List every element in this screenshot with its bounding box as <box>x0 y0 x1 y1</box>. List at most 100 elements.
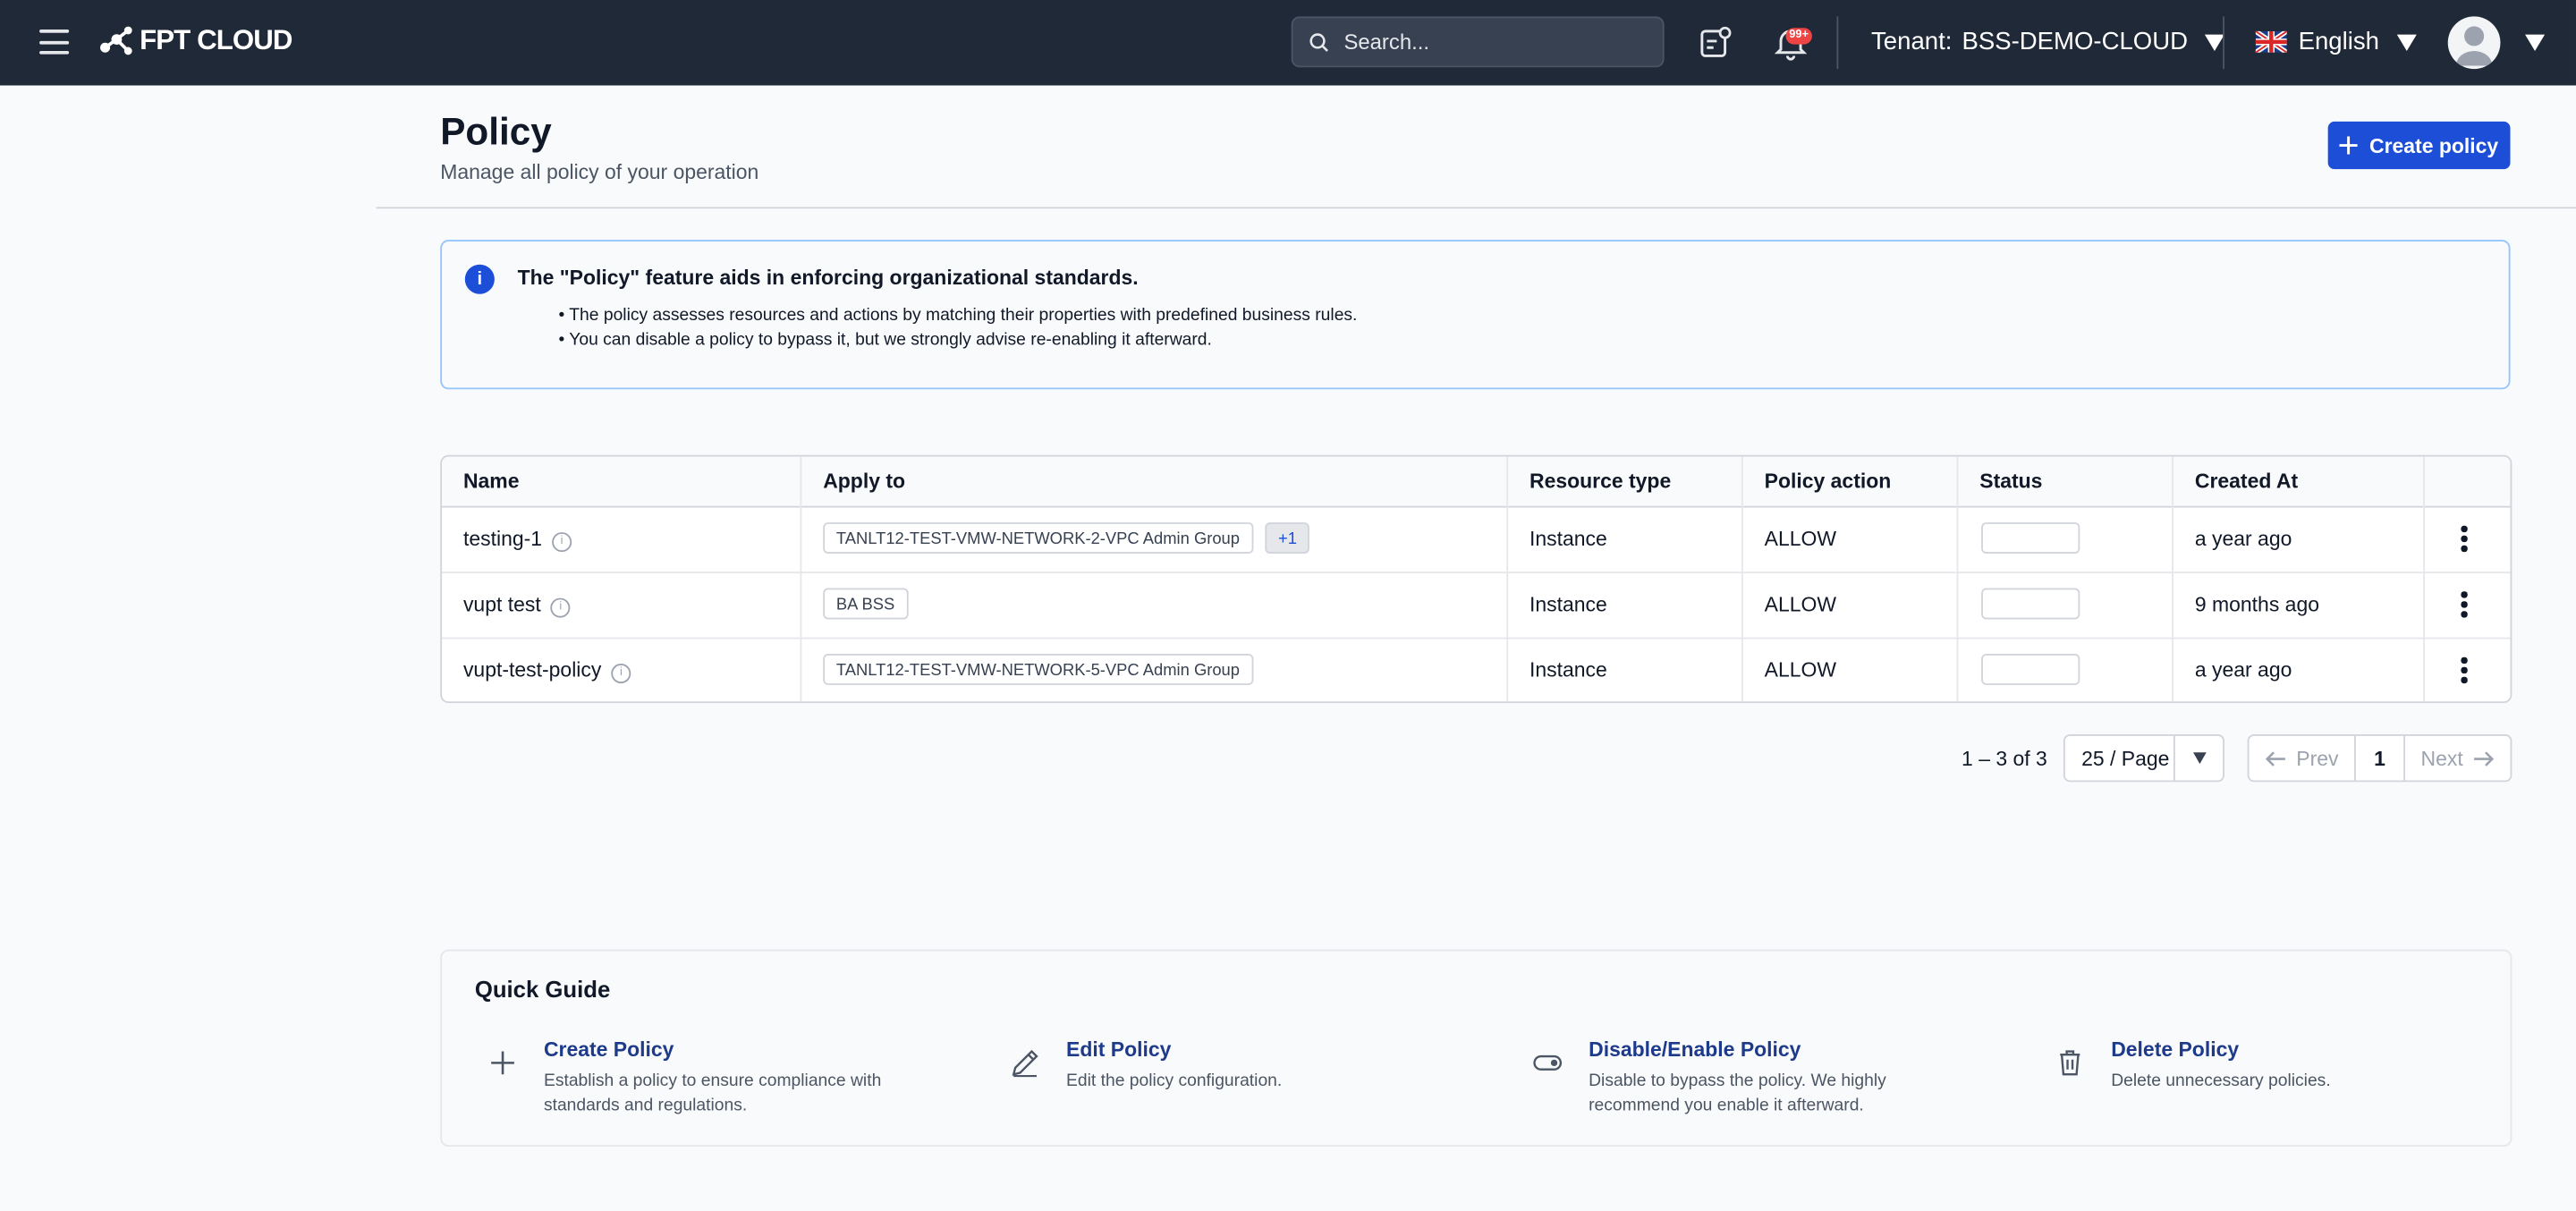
page-size-value: 25 / Page <box>2081 746 2170 770</box>
toggle-icon <box>1533 1054 1563 1071</box>
next-label: Next <box>2420 746 2463 770</box>
pager: Prev 1 Next <box>2247 734 2512 783</box>
resource-type: Instance <box>1529 593 1607 616</box>
created-at: a year ago <box>2194 527 2292 551</box>
table-row[interactable]: vupt test i BA BSS Instance ALLOW 9 month… <box>442 572 2511 639</box>
table-row[interactable]: testing-1 i TANLT12-TEST-VMW-NETWORK-2-VP… <box>442 506 2511 574</box>
info-icon[interactable]: i <box>611 664 631 684</box>
prev-label: Prev <box>2296 746 2339 770</box>
tenant-selector[interactable]: Tenant: BSS-DEMO-CLOUD <box>1871 28 2224 55</box>
menu-icon[interactable] <box>39 30 70 55</box>
policy-name[interactable]: vupt test i <box>463 593 571 618</box>
page-number-button[interactable]: 1 <box>2356 735 2405 781</box>
page-subtitle: Manage all policy of your operation <box>440 160 759 184</box>
guide-item-title[interactable]: Edit Policy <box>1066 1038 1171 1062</box>
arrow-right-icon <box>2474 750 2495 766</box>
info-icon: i <box>464 264 495 294</box>
created-at: a year ago <box>2194 658 2292 682</box>
arrow-left-icon <box>2265 750 2285 766</box>
column-header-status: Status <box>1979 470 2043 494</box>
ticket-icon[interactable] <box>1697 25 1733 61</box>
plus-icon <box>491 1051 514 1075</box>
status-toggle[interactable] <box>1981 654 2080 685</box>
info-point: You can disable a policy to bypass it, b… <box>558 328 1357 353</box>
guide-item-desc: Delete unnecessary policies. <box>2111 1071 2331 1091</box>
policy-name-text: vupt test <box>462 593 541 616</box>
status-toggle[interactable] <box>1981 588 2080 620</box>
trash-icon <box>2060 1050 2080 1076</box>
avatar[interactable] <box>2447 16 2501 70</box>
pagination-range: 1 – 3 of 3 <box>1962 747 2047 771</box>
guide-item-title[interactable]: Disable/Enable Policy <box>1589 1038 1801 1062</box>
column-header-policy-action: Policy action <box>1764 470 1892 494</box>
language-selector[interactable]: English <box>2255 28 2418 56</box>
search-input[interactable] <box>1340 28 1643 56</box>
next-page-button[interactable]: Next <box>2405 736 2511 781</box>
divider <box>1836 16 1839 70</box>
guide-item-desc: Establish a policy to ensure compliance … <box>543 1071 882 1116</box>
info-point: The policy assesses resources and action… <box>558 304 1357 329</box>
more-actions-icon[interactable] <box>2461 525 2467 555</box>
table-header: Name Apply to Resource type Policy actio… <box>442 456 2511 508</box>
divider <box>2223 16 2224 70</box>
guide-item-title[interactable]: Create Policy <box>544 1038 674 1062</box>
create-policy-button[interactable]: Create policy <box>2327 121 2511 170</box>
caret-down-icon[interactable] <box>2174 735 2223 781</box>
plus-icon <box>2339 136 2359 155</box>
caret-down-icon <box>2397 33 2418 51</box>
more-actions-icon[interactable] <box>2461 656 2467 687</box>
table-row[interactable]: vupt-test-policy i TANLT12-TEST-VMW-NETWO… <box>442 638 2510 702</box>
quick-guide: Quick Guide Create Policy Establish a po… <box>440 949 2512 1147</box>
fpt-logo-icon <box>100 26 132 55</box>
policy-name[interactable]: testing-1 i <box>463 528 572 553</box>
page-size-select[interactable]: 25 / Page <box>2063 734 2224 783</box>
policy-name[interactable]: vupt-test-policy i <box>463 659 631 684</box>
info-title: The "Policy" feature aids in enforcing o… <box>517 266 1139 290</box>
caret-down-icon[interactable] <box>2525 34 2546 51</box>
prev-page-button[interactable]: Prev <box>2249 735 2357 781</box>
policy-action: ALLOW <box>1764 658 1837 682</box>
policy-action: ALLOW <box>1764 593 1837 616</box>
header-divider <box>376 207 2576 209</box>
top-bar: FPT CLOUD 99+ Tenant: BSS-DEMO-CLOUD <box>0 0 2576 86</box>
resource-type: Instance <box>1529 527 1607 551</box>
policy-action: ALLOW <box>1764 527 1837 551</box>
language-label: English <box>2298 28 2379 56</box>
info-banner: i The "Policy" feature aids in enforcing… <box>440 240 2511 390</box>
user-icon <box>2455 26 2493 66</box>
apply-to-tag: TANLT12-TEST-VMW-NETWORK-2-VPC Admin Gro… <box>823 522 1253 554</box>
more-actions-icon[interactable] <box>2461 591 2467 621</box>
uk-flag-icon <box>2255 30 2287 53</box>
caret-down-icon <box>2204 33 2224 51</box>
status-toggle[interactable] <box>1981 522 2080 554</box>
tenant-value: BSS-DEMO-CLOUD <box>1962 28 2189 56</box>
policy-table: Name Apply to Resource type Policy actio… <box>440 454 2512 704</box>
apply-to-tag: BA BSS <box>823 588 908 620</box>
create-policy-label: Create policy <box>2368 133 2499 157</box>
search-box[interactable] <box>1291 16 1665 68</box>
info-icon[interactable]: i <box>550 597 571 618</box>
guide-item-desc: Disable to bypass the policy. We highly … <box>1589 1071 1886 1116</box>
logo-text: FPT CLOUD <box>140 24 292 56</box>
column-header-created-at: Created At <box>2194 470 2299 494</box>
notification-badge: 99+ <box>1785 28 1812 45</box>
quick-guide-title: Quick Guide <box>474 976 611 1003</box>
resource-type: Instance <box>1529 658 1607 682</box>
guide-item-desc: Edit the policy configuration. <box>1066 1071 1283 1091</box>
apply-to-tag: TANLT12-TEST-VMW-NETWORK-5-VPC Admin Gro… <box>823 654 1253 685</box>
info-icon[interactable]: i <box>552 532 572 553</box>
column-header-apply-to: Apply to <box>823 470 906 494</box>
created-at: 9 months ago <box>2194 593 2320 616</box>
logo[interactable]: FPT CLOUD <box>98 25 292 58</box>
tenant-label: Tenant: <box>1871 28 1953 56</box>
policy-name-text: testing-1 <box>462 527 543 551</box>
more-tags-badge[interactable]: +1 <box>1265 522 1310 554</box>
info-list: The policy assesses resources and action… <box>558 304 1357 353</box>
page-title: Policy <box>440 110 552 153</box>
policy-name-text: vupt-test-policy <box>462 658 602 682</box>
guide-item-title[interactable]: Delete Policy <box>2111 1038 2239 1062</box>
column-header-resource-type: Resource type <box>1529 470 1672 494</box>
column-header-name: Name <box>462 470 520 494</box>
search-icon <box>1309 32 1328 51</box>
pencil-icon <box>1012 1049 1038 1078</box>
